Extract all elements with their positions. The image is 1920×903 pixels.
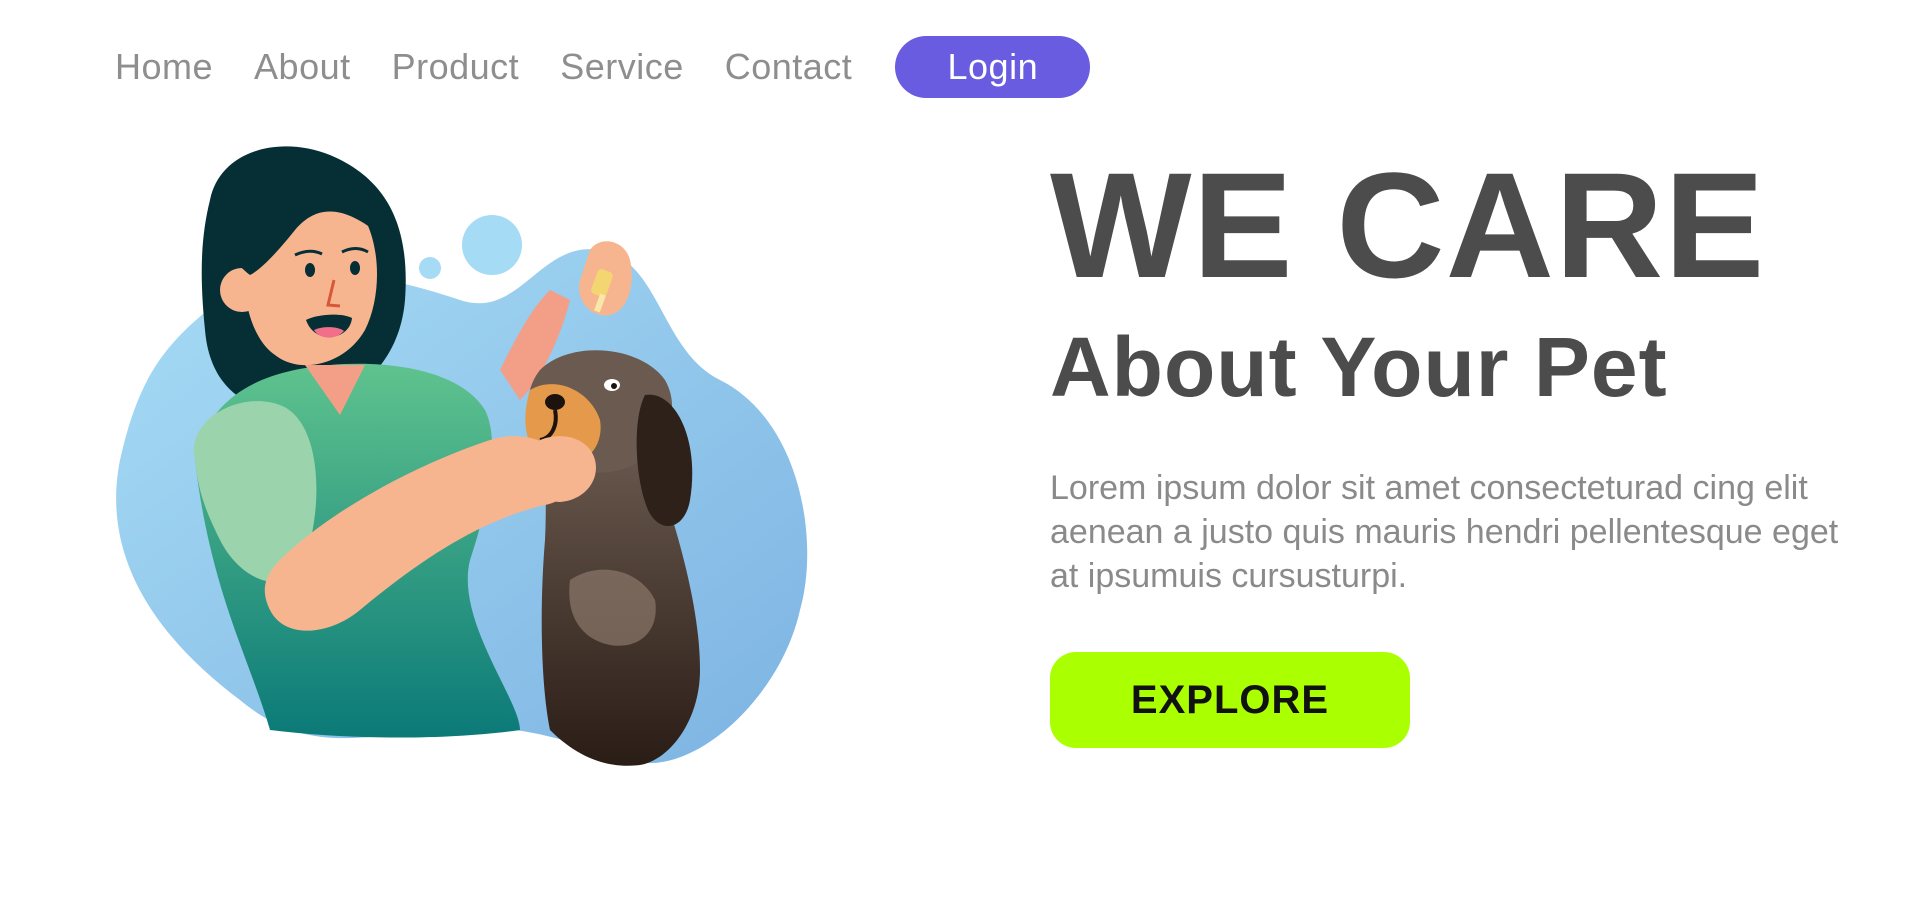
nav-link-contact[interactable]: Contact — [725, 36, 853, 98]
left-eye — [305, 263, 315, 277]
bubble-small — [419, 257, 441, 279]
hero-section: WE CARE About Your Pet Lorem ipsum dolor… — [1050, 150, 1890, 748]
nav-link-home[interactable]: Home — [115, 36, 213, 98]
ear — [220, 268, 264, 312]
right-eye — [350, 261, 360, 275]
dog-pupil — [611, 383, 617, 389]
hero-illustration — [100, 140, 840, 780]
explore-button[interactable]: EXPLORE — [1050, 652, 1410, 748]
hero-description: Lorem ipsum dolor sit amet consecteturad… — [1050, 469, 1839, 595]
hero-subtitle: About Your Pet — [1050, 320, 1668, 414]
bubble-large — [462, 215, 522, 275]
top-nav: Home About Product Service Contact Login — [115, 36, 1091, 98]
dog-nose — [545, 394, 565, 410]
nav-link-product[interactable]: Product — [392, 36, 520, 98]
nav-link-service[interactable]: Service — [560, 36, 684, 98]
nav-link-about[interactable]: About — [254, 36, 351, 98]
hero-title: WE CARE — [1050, 141, 1766, 309]
vet-with-dog-illustration — [116, 146, 808, 766]
login-button[interactable]: Login — [895, 36, 1091, 98]
